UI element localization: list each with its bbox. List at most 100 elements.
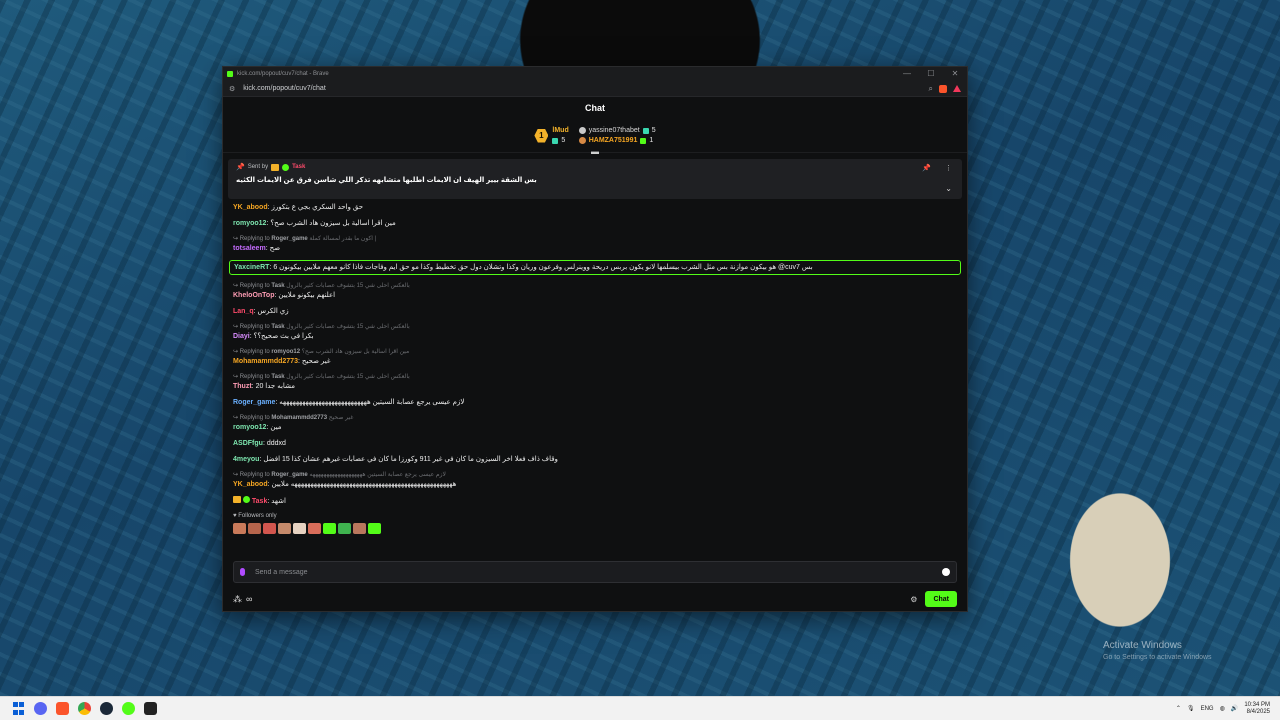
- chat-username[interactable]: 4meyou: [233, 456, 259, 463]
- emote-1-icon[interactable]: [233, 523, 246, 534]
- chat-username[interactable]: Task: [252, 498, 267, 505]
- chat-message: Roger_game: لازم عيسى يرجع عصابة السيتين…: [233, 398, 957, 407]
- settings-gear-icon[interactable]: ⚙: [910, 595, 917, 604]
- leaderboard-second[interactable]: yassine07thabet 5: [578, 127, 656, 134]
- emote-5-icon[interactable]: [293, 523, 306, 534]
- chat-message: totsaleem: صح: [233, 244, 957, 253]
- emote-2-icon[interactable]: [248, 523, 261, 534]
- maximize-button[interactable]: ☐: [919, 67, 943, 81]
- obs-icon[interactable]: [142, 701, 158, 717]
- verified-badge-icon: [282, 163, 290, 171]
- brave-shields-icon[interactable]: [939, 84, 947, 93]
- close-button[interactable]: ✕: [943, 67, 967, 81]
- reply-target-user: Mohamammdd2773: [271, 415, 328, 421]
- reply-quoted-text: غير صحيح: [328, 415, 354, 421]
- leaderboard-first[interactable]: 1 lMud 5: [534, 127, 569, 144]
- chat-username[interactable]: Mohamammdd2773: [233, 358, 298, 365]
- chat-message: 4meyou: وقاف ذاف فعلا اخر السيزون ما كان…: [233, 455, 957, 464]
- reply-context[interactable]: ↪ Replying to Task بالعكس احلى شي 15 بتش…: [233, 373, 957, 381]
- volume-icon[interactable]: 🔊: [1231, 705, 1238, 712]
- leaderboard-third[interactable]: HAMZA751991 1: [578, 137, 656, 144]
- window-title: kick.com/popout/cuv7/chat - Brave: [237, 71, 329, 77]
- chat-message: Thuzt: 20 مشابه جدا: [233, 382, 957, 391]
- reply-context[interactable]: ↪ Replying to Roger_game اكون ما بقدر لم…: [233, 235, 957, 243]
- microphone-icon[interactable]: [240, 568, 245, 576]
- site-settings-icon[interactable]: ⚙: [229, 85, 235, 93]
- language-indicator[interactable]: ENG: [1201, 706, 1214, 712]
- emote-7-icon[interactable]: [323, 523, 336, 534]
- chevron-down-icon[interactable]: ⌄: [945, 184, 952, 193]
- steam-icon[interactable]: [98, 701, 114, 717]
- reply-arrow-icon: ↪: [233, 349, 240, 355]
- chat-username[interactable]: ASDFfgu: [233, 440, 263, 447]
- reply-context[interactable]: ↪ Replying to Mohamammdd2773 غير صحيح: [233, 414, 957, 422]
- chat-bottom-bar: ⁂ ∞ ⚙ Chat: [233, 591, 957, 607]
- url-text[interactable]: kick.com/popout/cuv7/chat: [243, 85, 928, 92]
- leaderboard-second-name: yassine07thabet: [588, 127, 640, 134]
- reply-context[interactable]: ↪ Replying to Roger_game لازم عيسى يرجع …: [233, 471, 957, 479]
- address-bar[interactable]: ⚙ kick.com/popout/cuv7/chat ⌕: [223, 81, 967, 97]
- chat-username[interactable]: totsaleem: [233, 245, 266, 252]
- send-chat-button[interactable]: Chat: [925, 591, 957, 607]
- emote-10-icon[interactable]: [368, 523, 381, 534]
- chat-message: romyoo12: مين: [233, 423, 957, 432]
- reply-quoted-text: بالعكس احلى شي 15 بتشوف عصابات كثير بالر…: [286, 324, 410, 330]
- minimize-button[interactable]: —: [895, 67, 919, 81]
- discord-icon[interactable]: [32, 701, 48, 717]
- message-input[interactable]: [255, 568, 942, 576]
- kick-app-icon[interactable]: [120, 701, 136, 717]
- brave-browser-icon[interactable]: [54, 701, 70, 717]
- reply-context[interactable]: ↪ Replying to Task بالعكس احلى شي 15 بتش…: [233, 323, 957, 331]
- network-icon[interactable]: ◍: [1220, 705, 1225, 712]
- emoji-picker-icon[interactable]: [942, 568, 950, 576]
- crown-badge-icon: [271, 163, 280, 171]
- message-text: غير صحيح: [301, 358, 331, 365]
- reply-target-user: romyoo12: [271, 349, 301, 355]
- message-text: 20 مشابه جدا: [255, 383, 296, 390]
- chat-username[interactable]: Thuzt: [233, 383, 252, 390]
- heart-icon: ♥: [233, 513, 237, 519]
- system-clock[interactable]: 10:34 PM 8/4/2025: [1244, 702, 1270, 716]
- emote-8-icon[interactable]: [338, 523, 351, 534]
- more-options-icon[interactable]: ⋮: [945, 164, 952, 172]
- reply-quoted-text: بالعكس احلى شي 15 بتشوف عصابات كثير بالر…: [286, 374, 410, 380]
- emote-4-icon[interactable]: [278, 523, 291, 534]
- emote-3-icon[interactable]: [263, 523, 276, 534]
- reply-context[interactable]: ↪ Replying to romyoo12 مين اقرا اسالية ب…: [233, 348, 957, 356]
- quick-emote-bar: [223, 519, 967, 534]
- pinned-sent-by-label: Sent by: [247, 164, 269, 170]
- zoom-icon[interactable]: ⌕: [929, 84, 933, 94]
- chat-username[interactable]: YaxcineRT: [234, 264, 269, 271]
- chat-username[interactable]: YK_abood: [233, 204, 268, 211]
- chat-message: ASDFfgu: dddxd: [233, 439, 957, 448]
- chat-message-list: YK_abood: حق واحد السكري بجي ع بتكورز rom…: [223, 199, 967, 506]
- chat-username[interactable]: KheloOnTop: [233, 292, 274, 299]
- tray-chevron-up-icon[interactable]: ⌃: [1176, 705, 1181, 712]
- message-text: مين: [270, 424, 282, 431]
- chat-username[interactable]: romyoo12: [233, 424, 266, 431]
- brave-rewards-icon[interactable]: [953, 85, 961, 92]
- pinned-message-text: بس الشقة بيير الهيف ان الايمات اطلبها مت…: [236, 177, 537, 184]
- channel-points-icon[interactable]: ⁂: [233, 594, 242, 605]
- chrome-icon[interactable]: [76, 701, 92, 717]
- emote-6-icon[interactable]: [308, 523, 321, 534]
- chat-username[interactable]: Lan_q: [233, 308, 254, 315]
- pinned-username[interactable]: Task: [292, 164, 305, 170]
- watermark-subtitle: Go to Settings to activate Windows: [1103, 654, 1212, 661]
- collapse-handle-icon[interactable]: ▬: [591, 147, 599, 156]
- emote-9-icon[interactable]: [353, 523, 366, 534]
- unpin-icon[interactable]: 📌: [922, 164, 931, 172]
- chat-username[interactable]: romyoo12: [233, 220, 266, 227]
- window-titlebar[interactable]: kick.com/popout/cuv7/chat - Brave — ☐ ✕: [223, 67, 967, 81]
- chat-username[interactable]: YK_abood: [233, 481, 268, 488]
- reply-target-user: Task: [271, 374, 285, 380]
- chat-username[interactable]: Diayi: [233, 333, 250, 340]
- reply-context[interactable]: ↪ Replying to Task بالعكس احلى شي 15 بتش…: [233, 282, 957, 290]
- tray-mic-icon[interactable]: 🎙: [1187, 705, 1195, 712]
- leaderboard-first-count: 5: [561, 137, 566, 144]
- chat-message: romyoo12: مين اقرا اسالية بل سيزون هاد ا…: [233, 219, 957, 228]
- chat-username[interactable]: Roger_game: [233, 399, 275, 406]
- reply-quoted-text: لازم عيسى يرجع عصابة السيتين ههههههههههه…: [309, 472, 446, 478]
- leaderboard-third-name: HAMZA751991: [588, 137, 638, 144]
- windows-start-icon[interactable]: [10, 701, 26, 717]
